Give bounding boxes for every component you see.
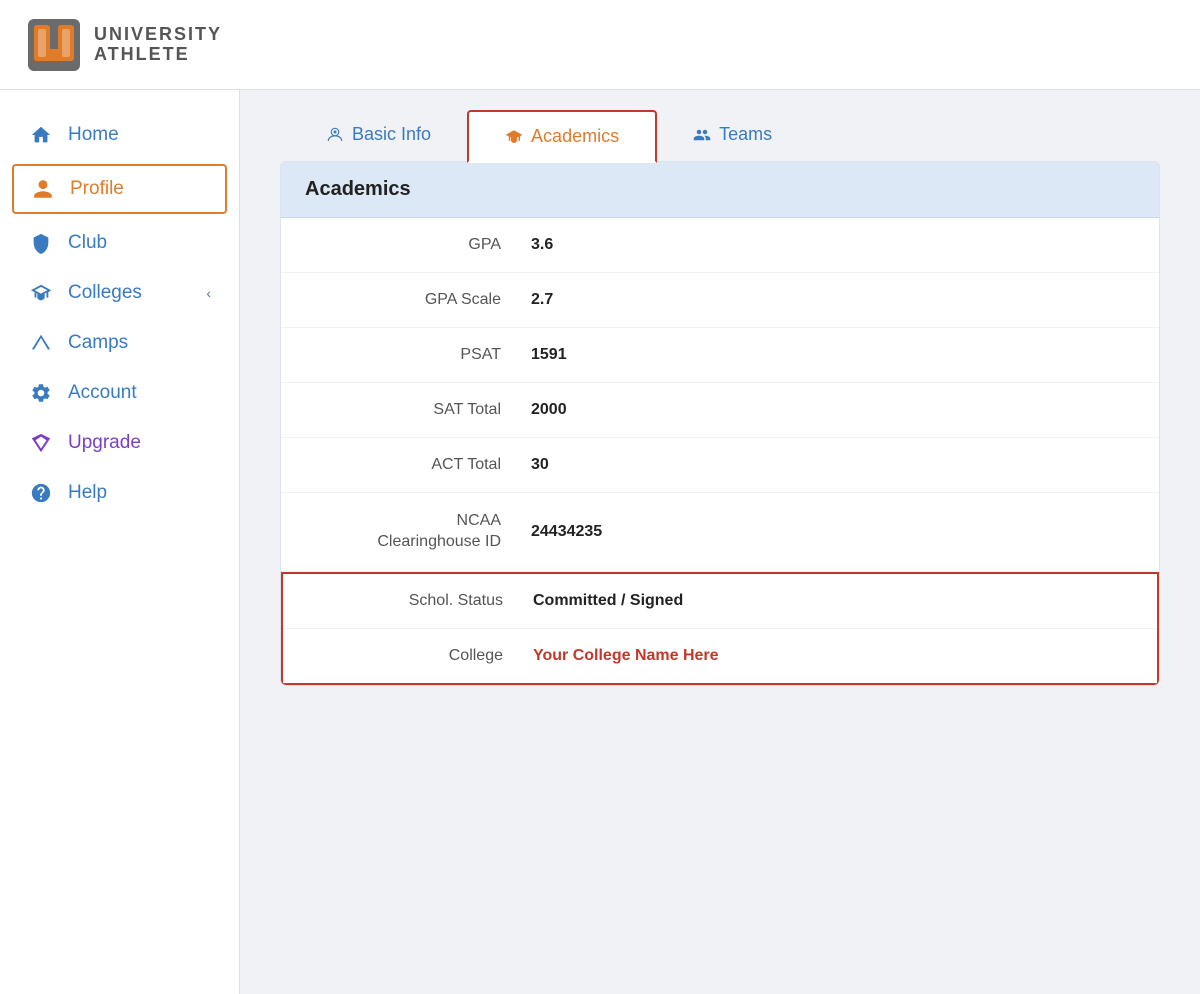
gpa-scale-row: GPA Scale 2.7 [281, 273, 1159, 328]
sidebar-item-club[interactable]: Club [0, 218, 239, 268]
academics-card: Academics GPA 3.6 GPA Scale 2.7 PSAT 159… [280, 161, 1160, 686]
ncaa-row: NCAAClearinghouse ID 24434235 [281, 493, 1159, 572]
sidebar-item-colleges[interactable]: Colleges ‹ [0, 268, 239, 318]
question-icon [28, 482, 54, 504]
schol-status-label: Schol. Status [313, 592, 533, 610]
content-area: Basic Info Academics Teams Academics GPA… [240, 90, 1200, 994]
shield-icon [28, 232, 54, 254]
home-icon [28, 124, 54, 146]
academics-header: Academics [281, 162, 1159, 218]
tab-academics-label: Academics [531, 126, 619, 147]
logo-text: UNIVERSITY ATHLETE [94, 25, 222, 65]
sidebar-item-profile[interactable]: Profile [12, 164, 227, 214]
act-label: ACT Total [311, 456, 531, 474]
gem-icon [28, 432, 54, 454]
ncaa-value: 24434235 [531, 523, 602, 541]
tab-basic-info-label: Basic Info [352, 124, 431, 145]
sidebar-item-camps[interactable]: Camps [0, 318, 239, 368]
colleges-chevron: ‹ [206, 285, 211, 301]
main-layout: Home Profile Club Colleges ‹ Camps [0, 90, 1200, 994]
tab-teams[interactable]: Teams [657, 110, 808, 161]
highlighted-section: Schol. Status Committed / Signed College… [281, 572, 1159, 685]
ncaa-label: NCAAClearinghouse ID [311, 511, 531, 553]
act-value: 30 [531, 456, 549, 474]
tab-teams-label: Teams [719, 124, 772, 145]
sat-row: SAT Total 2000 [281, 383, 1159, 438]
psat-value: 1591 [531, 346, 567, 364]
sidebar-item-home[interactable]: Home [0, 110, 239, 160]
gpa-row: GPA 3.6 [281, 218, 1159, 273]
tent-icon [28, 332, 54, 354]
logo-university: UNIVERSITY [94, 25, 222, 45]
sidebar-item-account[interactable]: Account [0, 368, 239, 418]
college-row: College Your College Name Here [283, 629, 1157, 683]
header: UNIVERSITY ATHLETE [0, 0, 1200, 90]
psat-row: PSAT 1591 [281, 328, 1159, 383]
logo: UNIVERSITY ATHLETE [24, 15, 222, 75]
user-icon [30, 178, 56, 200]
sidebar-item-help[interactable]: Help [0, 468, 239, 518]
colleges-icon [28, 282, 54, 304]
gpa-scale-value: 2.7 [531, 291, 553, 309]
tab-basic-info[interactable]: Basic Info [290, 110, 467, 161]
logo-icon [24, 15, 84, 75]
schol-status-value: Committed / Signed [533, 592, 683, 610]
college-value: Your College Name Here [533, 647, 719, 665]
sidebar: Home Profile Club Colleges ‹ Camps [0, 90, 240, 994]
college-label: College [313, 647, 533, 665]
gpa-label: GPA [311, 236, 531, 254]
sat-value: 2000 [531, 401, 567, 419]
psat-label: PSAT [311, 346, 531, 364]
act-row: ACT Total 30 [281, 438, 1159, 493]
sidebar-item-upgrade[interactable]: Upgrade [0, 418, 239, 468]
sat-label: SAT Total [311, 401, 531, 419]
gpa-value: 3.6 [531, 236, 553, 254]
tab-bar: Basic Info Academics Teams [280, 110, 1160, 161]
logo-athlete: ATHLETE [94, 45, 222, 65]
gear-icon [28, 382, 54, 404]
schol-status-row: Schol. Status Committed / Signed [283, 574, 1157, 629]
tab-academics[interactable]: Academics [467, 110, 657, 163]
gpa-scale-label: GPA Scale [311, 291, 531, 309]
